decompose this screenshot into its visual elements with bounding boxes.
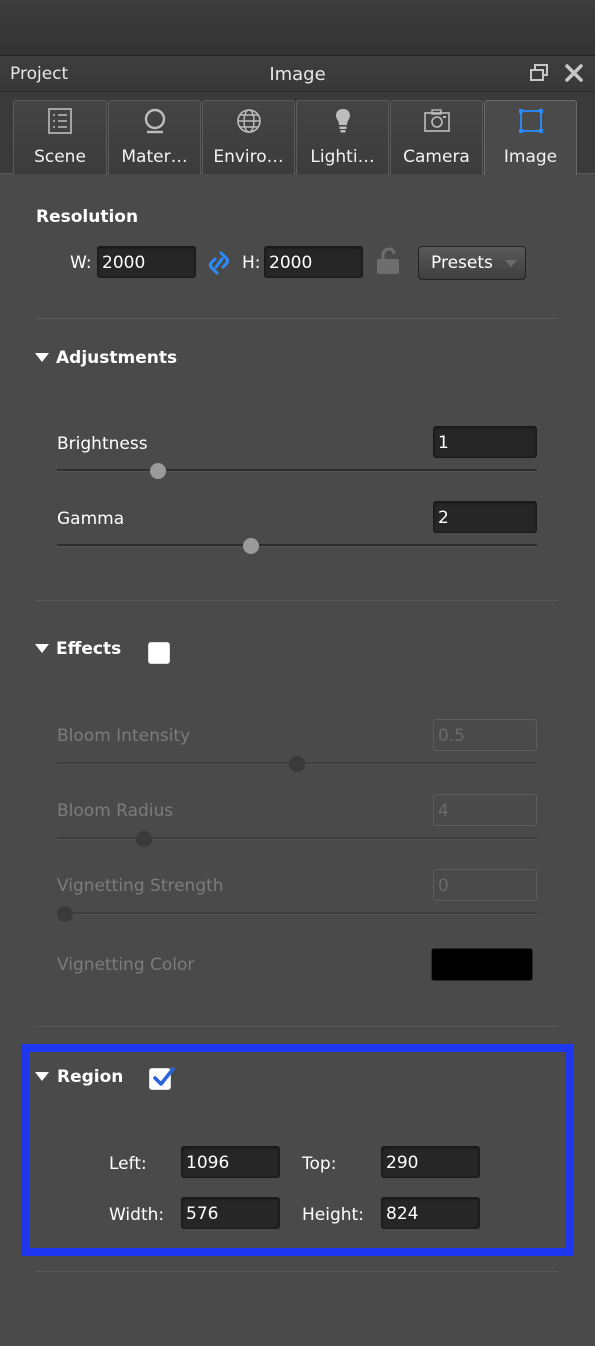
region-left-label: Left: — [109, 1154, 147, 1174]
bloom-intensity-label: Bloom Intensity — [57, 726, 191, 746]
region-heading[interactable]: Region — [57, 1067, 123, 1087]
vignetting-strength-field[interactable]: 0 — [433, 869, 537, 901]
vignetting-strength-slider-track[interactable] — [57, 912, 537, 915]
bloom-radius-slider-track[interactable] — [57, 837, 537, 840]
tab-label: Enviro… — [213, 147, 284, 167]
top-strip — [0, 0, 595, 56]
brightness-label: Brightness — [57, 434, 148, 454]
adjustments-heading[interactable]: Adjustments — [56, 348, 177, 368]
tab-camera[interactable]: Camera — [390, 100, 483, 174]
region-width-field[interactable]: 576 — [181, 1197, 280, 1229]
tab-scene[interactable]: Scene — [13, 100, 107, 174]
region-width-label: Width: — [109, 1205, 165, 1225]
bloom-radius-label: Bloom Radius — [57, 801, 174, 821]
bloom-intensity-field[interactable]: 0.5 — [433, 719, 537, 751]
panel-title: Image — [269, 64, 326, 85]
presets-label: Presets — [431, 253, 493, 273]
gamma-slider-thumb[interactable] — [242, 538, 259, 554]
divider — [36, 600, 558, 601]
region-top-label: Top: — [302, 1154, 337, 1174]
vignetting-color-label: Vignetting Color — [57, 955, 195, 975]
restore-window-icon[interactable] — [528, 62, 550, 84]
presets-dropdown[interactable]: Presets — [418, 246, 526, 280]
camera-icon — [423, 109, 450, 132]
height-label: H: — [242, 253, 261, 273]
brightness-slider-thumb[interactable] — [149, 463, 166, 479]
crop-frame-icon — [518, 109, 543, 133]
divider — [36, 1271, 558, 1272]
region-height-field[interactable]: 824 — [381, 1197, 480, 1229]
material-sphere-icon — [144, 108, 165, 134]
checkmark-icon — [153, 1067, 175, 1086]
tab-label: Image — [503, 147, 558, 167]
bloom-intensity-slider-thumb[interactable] — [289, 756, 305, 772]
region-enable-checkbox[interactable] — [149, 1067, 175, 1090]
brightness-slider-track[interactable] — [57, 469, 537, 472]
panel-titlebar: Project Image — [0, 56, 595, 92]
gamma-field[interactable]: 2 — [433, 501, 537, 533]
collapse-triangle-icon[interactable] — [35, 644, 49, 653]
effects-heading[interactable]: Effects — [56, 639, 121, 659]
gamma-label: Gamma — [57, 509, 125, 529]
tab-label: Camera — [403, 147, 470, 167]
close-icon[interactable] — [562, 61, 586, 85]
lightbulb-icon — [335, 109, 350, 133]
vignetting-strength-label: Vignetting Strength — [57, 876, 224, 896]
bloom-radius-field[interactable]: 4 — [433, 794, 537, 826]
tab-environment[interactable]: Enviro… — [202, 100, 295, 174]
collapse-triangle-icon[interactable] — [35, 353, 49, 362]
tab-materials[interactable]: Mater… — [108, 100, 201, 174]
vignetting-color-swatch[interactable] — [431, 948, 533, 981]
brightness-field[interactable]: 1 — [433, 426, 537, 458]
effects-enable-checkbox[interactable] — [148, 642, 170, 664]
region-height-label: Height: — [302, 1205, 364, 1225]
tab-label: Mater… — [121, 147, 188, 167]
region-top-field[interactable]: 290 — [381, 1146, 480, 1178]
tab-image[interactable]: Image — [484, 100, 577, 175]
tab-lighting[interactable]: Lighti… — [296, 100, 389, 174]
resolution-heading: Resolution — [36, 207, 139, 227]
collapse-triangle-icon[interactable] — [35, 1072, 49, 1081]
tab-label: Lighti… — [310, 147, 375, 167]
divider — [36, 318, 558, 319]
lock-icon[interactable] — [374, 246, 402, 276]
resolution-height-field[interactable]: 2000 — [264, 246, 363, 278]
tab-label: Scene — [34, 147, 86, 167]
region-left-field[interactable]: 1096 — [181, 1146, 280, 1178]
tab-bar: Scene Mater… Enviro… Lighti… Camera Imag… — [0, 92, 595, 175]
chevron-down-icon — [505, 260, 517, 267]
bloom-radius-slider-thumb[interactable] — [135, 831, 152, 847]
divider — [36, 1026, 558, 1027]
width-label: W: — [70, 253, 92, 273]
globe-icon — [236, 109, 261, 133]
gamma-slider-track[interactable] — [57, 544, 537, 547]
resolution-width-field[interactable]: 2000 — [97, 246, 196, 278]
list-icon — [48, 108, 72, 134]
vignetting-strength-slider-thumb[interactable] — [57, 906, 73, 922]
link-chain-icon[interactable] — [206, 249, 232, 277]
